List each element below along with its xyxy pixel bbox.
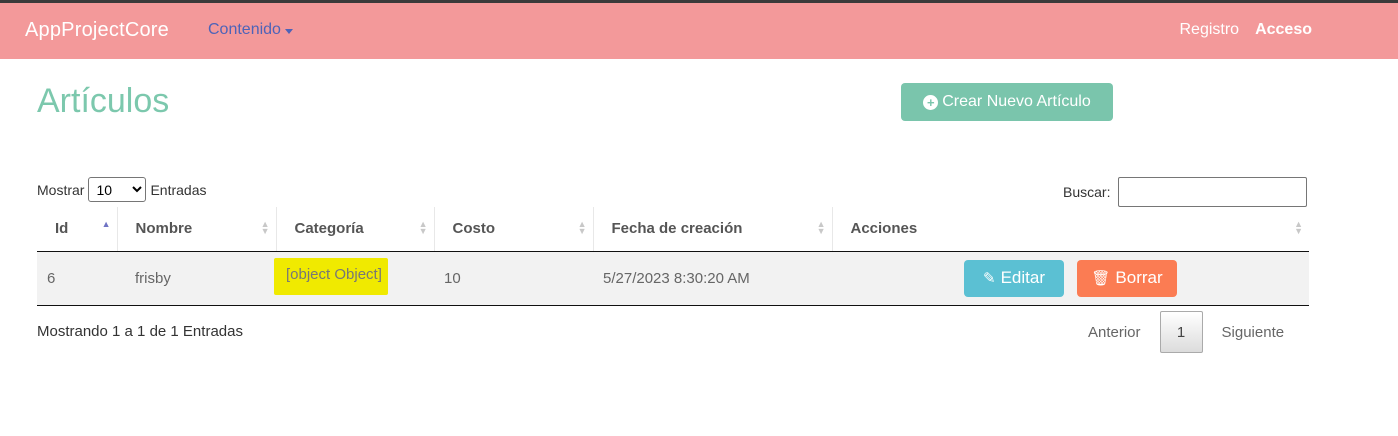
page-size-select[interactable]: 10 (88, 177, 147, 202)
articles-table: Id ▲ Nombre ▲ ▼ Categoría ▲ ▼ Costo ▲ ▼ Fec… (37, 207, 1309, 306)
nav-right-links: Registro Acceso (1180, 21, 1313, 39)
plus-circle-icon: + (923, 94, 939, 110)
register-link[interactable]: Registro (1180, 21, 1240, 39)
cell-costo: 10 (434, 251, 593, 306)
column-header-id[interactable]: Id ▲ (37, 207, 118, 252)
content-dropdown[interactable]: Contenido (208, 21, 293, 39)
column-header-fecha[interactable]: Fecha de creación ▲ ▼ (593, 207, 833, 252)
edit-button[interactable]: ✎ Editar (964, 259, 1064, 297)
cell-id: 6 (37, 251, 117, 306)
pagination: Anterior 1 Siguiente (1075, 311, 1297, 353)
search-control: Buscar: (1063, 177, 1308, 207)
column-header-costo[interactable]: Costo ▲ ▼ (434, 207, 594, 252)
cell-nombre: frisby (117, 251, 276, 306)
cell-acciones: ✎ Editar 🗑 Borrar (832, 251, 1309, 306)
edit-label: Editar (1000, 268, 1045, 287)
vertical-scrollbar[interactable] (1381, 59, 1398, 436)
edit-icon: ✎ (983, 270, 996, 287)
column-header-label: Acciones (850, 220, 918, 238)
sort-icon: ▲ ▼ (816, 219, 826, 236)
show-label: Mostrar (37, 181, 85, 198)
column-header-label: Id (55, 220, 69, 238)
column-header-label: Categoría (294, 220, 364, 238)
column-header-categoria[interactable]: Categoría ▲ ▼ (276, 207, 435, 252)
pagination-previous[interactable]: Anterior (1075, 324, 1154, 341)
column-header-nombre[interactable]: Nombre ▲ ▼ (117, 207, 277, 252)
top-navbar: AppProjectCore Contenido Registro Acceso (0, 3, 1398, 59)
column-header-acciones[interactable]: Acciones ▲ ▼ (832, 207, 1309, 252)
cell-categoria: [object Object] (274, 251, 434, 306)
table-info: Mostrando 1 a 1 de 1 Entradas (37, 323, 243, 340)
pagination-page-1[interactable]: 1 (1159, 311, 1203, 353)
caret-down-icon (284, 28, 293, 34)
create-article-button[interactable]: + Crear Nuevo Artículo (901, 83, 1113, 121)
sort-icon: ▲ (101, 219, 111, 229)
brand-link[interactable]: AppProjectCore (25, 19, 169, 42)
sort-icon: ▲ ▼ (1294, 219, 1303, 236)
search-input[interactable] (1118, 177, 1308, 207)
sort-icon: ▲ ▼ (577, 219, 587, 236)
create-article-label: Crear Nuevo Artículo (942, 93, 1091, 110)
entries-label: Entradas (150, 181, 207, 198)
column-header-label: Fecha de creación (611, 220, 743, 238)
page-size-control: Mostrar 10 Entradas (37, 177, 207, 202)
sort-icon: ▲ ▼ (418, 219, 428, 236)
delete-label: Borrar (1115, 268, 1163, 287)
content-dropdown-label: Contenido (208, 21, 281, 38)
highlighted-category: [object Object] (274, 257, 388, 295)
column-header-label: Costo (452, 220, 496, 238)
cell-fecha: 5/27/2023 8:30:20 AM (593, 251, 832, 306)
page-title: Artículos (37, 82, 170, 120)
table-row: 6 frisby [object Object] 10 5/27/2023 8:… (37, 251, 1309, 306)
login-link[interactable]: Acceso (1255, 21, 1312, 39)
delete-button[interactable]: 🗑 Borrar (1077, 259, 1177, 297)
trash-icon: 🗑 (1091, 270, 1111, 287)
sort-icon: ▲ ▼ (260, 219, 270, 236)
pagination-next[interactable]: Siguiente (1209, 324, 1298, 341)
column-header-label: Nombre (135, 220, 193, 238)
search-label: Buscar: (1063, 184, 1111, 200)
